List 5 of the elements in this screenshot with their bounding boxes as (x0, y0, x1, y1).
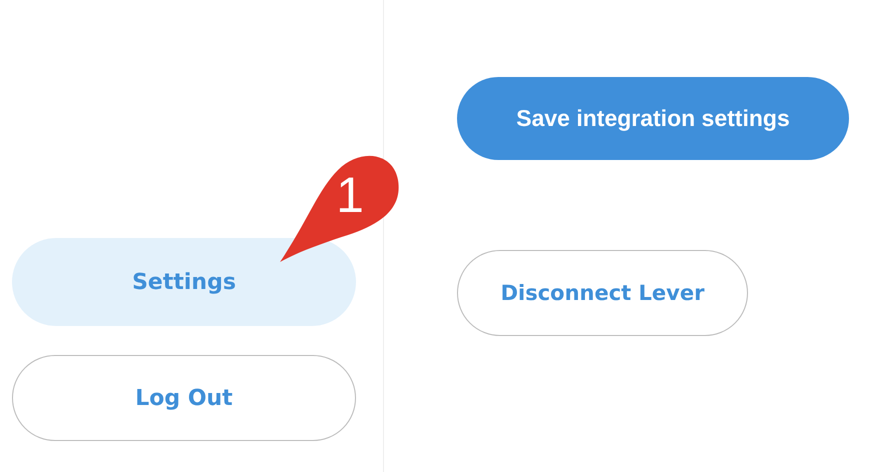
save-button[interactable]: Save integration settings (457, 77, 849, 160)
disconnect-button[interactable]: Disconnect Lever (457, 250, 748, 336)
sidebar-item[interactable]: Settings (12, 238, 356, 326)
callout-number: 1 (336, 167, 364, 223)
sidebar-item[interactable]: Log Out (12, 355, 356, 441)
